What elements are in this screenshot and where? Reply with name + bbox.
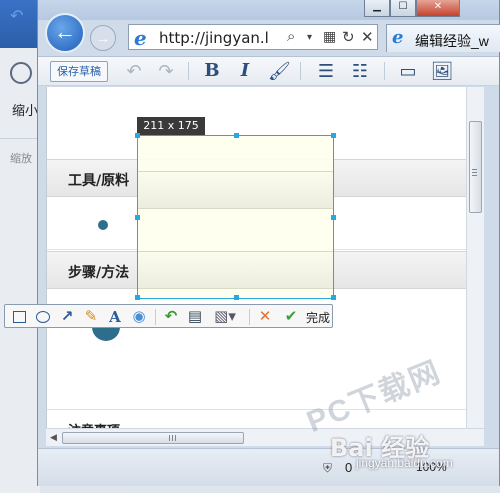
bullet-dot xyxy=(98,220,108,230)
back-button[interactable]: ← xyxy=(45,13,85,53)
resize-handle-w[interactable] xyxy=(135,215,140,220)
resize-handle-nw[interactable] xyxy=(135,133,140,138)
zoom-out-icon[interactable] xyxy=(10,62,32,84)
zoom-group-label: 缩放 xyxy=(10,153,32,165)
address-bar[interactable]: e http://jingyan.l ⌕ ▾ ▦ ↻ ✕ xyxy=(128,24,378,50)
bold-button[interactable]: B xyxy=(202,60,222,82)
dropdown-icon[interactable]: ▾ xyxy=(307,32,312,43)
watermark-domain: jingyan.baidu.com xyxy=(356,456,453,470)
vertical-scrollbar[interactable] xyxy=(466,87,484,428)
refresh-icon[interactable]: ↻ xyxy=(342,28,355,46)
forward-button[interactable]: → xyxy=(90,25,116,51)
zoom-out-label: 缩小 xyxy=(12,103,39,118)
resize-handle-s[interactable] xyxy=(234,295,239,300)
resize-handle-e[interactable] xyxy=(331,215,336,220)
text-tool-icon[interactable]: A xyxy=(105,307,125,327)
brush-tool-icon[interactable]: ✎ xyxy=(81,307,101,327)
unordered-list-icon[interactable]: ☷ xyxy=(350,60,370,82)
compatibility-view-icon[interactable]: ▦ xyxy=(323,28,336,45)
capture-toolbar: ↗ ✎ A ◉ ↶ ▤ ▧▾ ✕ ✔ 完成 xyxy=(4,304,333,328)
ie-logo-icon: e xyxy=(134,26,147,50)
done-check-icon[interactable]: ✔ xyxy=(281,307,301,327)
mosaic-tool-icon[interactable]: ◉ xyxy=(129,307,149,327)
undo-icon[interactable]: ↶ xyxy=(124,60,144,82)
resize-handle-n[interactable] xyxy=(234,133,239,138)
vertical-scroll-thumb[interactable] xyxy=(469,121,482,213)
arrow-tool-icon[interactable]: ↗ xyxy=(57,307,77,327)
format-brush-icon[interactable]: 🖌 xyxy=(268,60,291,82)
maximize-icon: ☐ xyxy=(398,1,408,12)
close-window-button[interactable]: ✕ xyxy=(416,0,460,17)
minimize-button[interactable]: ▁ xyxy=(364,0,390,17)
maximize-button[interactable]: ☐ xyxy=(390,0,416,17)
stop-icon[interactable]: ✕ xyxy=(361,28,374,46)
section-title-tools: 工具/原料 xyxy=(68,173,130,189)
ellipse-tool-icon[interactable] xyxy=(33,307,53,327)
save-draft-button[interactable]: 保存草稿 xyxy=(50,61,108,82)
capture-selection-area[interactable] xyxy=(135,133,336,300)
save-capture-icon[interactable]: ▤ xyxy=(185,307,205,327)
ie-logo-icon: e xyxy=(392,27,404,48)
insert-image-icon[interactable]: 🖼 xyxy=(430,60,454,82)
background-app: ↶ 缩小 缩放 xyxy=(0,0,40,493)
resize-handle-sw[interactable] xyxy=(135,295,140,300)
nav-bar: ← → e http://jingyan.l ⌕ ▾ ▦ ↻ ✕ e 编辑经验_… xyxy=(38,13,500,56)
title-bar: ▁ ☐ ✕ xyxy=(38,0,499,20)
rectangle-tool-icon[interactable] xyxy=(9,307,29,327)
cancel-capture-icon[interactable]: ✕ xyxy=(255,307,275,327)
minimize-icon: ▁ xyxy=(373,1,381,12)
italic-button[interactable]: I xyxy=(235,60,255,82)
address-url[interactable]: http://jingyan.l xyxy=(159,29,283,47)
editor-toolbar: 保存草稿 ↶ ↷ B I 🖌 ☰ ☷ ▭ 🖼 xyxy=(38,56,499,86)
undo-capture-icon[interactable]: ↶ xyxy=(161,307,181,327)
close-icon: ✕ xyxy=(433,1,443,12)
scroll-left-icon[interactable]: ◀ xyxy=(50,432,57,443)
security-shield-icon[interactable]: ⛨ xyxy=(323,461,332,476)
ordered-list-icon[interactable]: ☰ xyxy=(316,60,336,82)
tab-title: 编辑经验_w xyxy=(415,33,489,49)
section-title-notes: 注意事项 xyxy=(68,420,120,428)
resize-handle-ne[interactable] xyxy=(331,133,336,138)
copy-capture-dropdown-icon[interactable]: ▧▾ xyxy=(211,307,239,327)
undo-icon[interactable]: ↶ xyxy=(10,6,23,26)
capture-size-label: 211 x 175 xyxy=(137,117,205,135)
horizontal-scroll-thumb[interactable] xyxy=(62,432,244,444)
insert-code-icon[interactable]: ▭ xyxy=(396,60,420,82)
search-icon[interactable]: ⌕ xyxy=(287,28,295,45)
section-title-steps: 步骤/方法 xyxy=(68,265,130,281)
redo-icon[interactable]: ↷ xyxy=(156,60,176,82)
tab-edit-experience[interactable]: e 编辑经验_w xyxy=(386,24,500,52)
done-button[interactable]: 完成 xyxy=(306,309,330,326)
resize-handle-se[interactable] xyxy=(331,295,336,300)
